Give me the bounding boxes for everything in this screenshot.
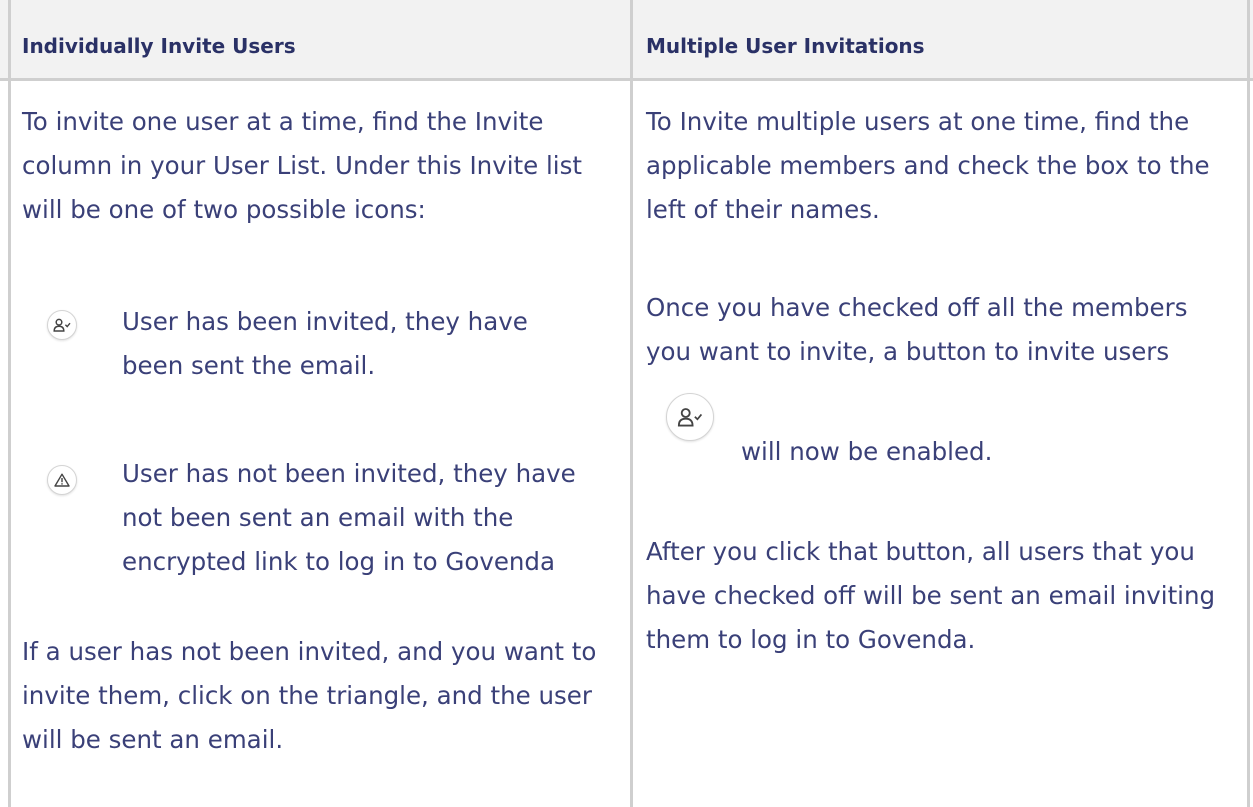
right-after-click-text: After you click that button, all users t… — [646, 537, 1216, 654]
header-multiple-invitations: Multiple User Invitations — [646, 34, 925, 58]
not-invited-status-text: User has not been invited, they have not… — [122, 459, 576, 576]
right-checked-off-text: Once you have checked off all the member… — [646, 293, 1188, 366]
left-intro-text: To invite one user at a time, find the I… — [22, 107, 582, 224]
invited-status-text: User has been invited, they have been se… — [122, 307, 528, 380]
header-individually-invite: Individually Invite Users — [22, 34, 296, 58]
invite-users-table: Individually Invite Users Multiple User … — [0, 0, 1253, 807]
table-border-left — [8, 0, 11, 807]
header-divider — [0, 78, 1253, 81]
now-enabled-text: will now be enabled. — [741, 437, 993, 466]
warning-triangle-icon — [47, 465, 77, 495]
right-intro-text: To Invite multiple users at one time, fi… — [646, 107, 1210, 224]
table-column-divider — [630, 0, 633, 807]
user-check-icon — [47, 310, 77, 340]
invite-users-button-icon — [666, 393, 714, 441]
table-border-right — [1247, 0, 1250, 807]
left-outro-text: If a user has not been invited, and you … — [22, 637, 597, 754]
